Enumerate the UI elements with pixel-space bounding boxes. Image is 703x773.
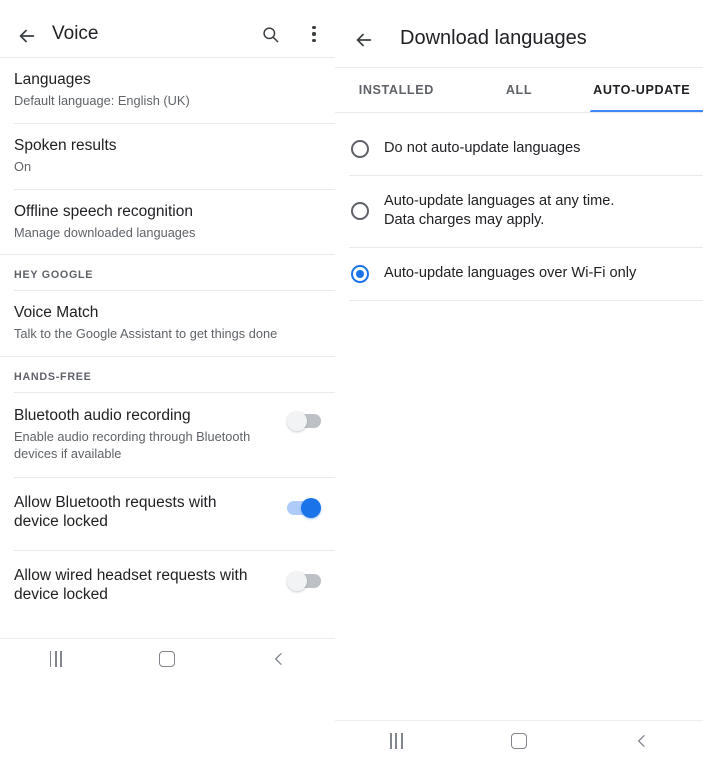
tab-active-indicator xyxy=(590,109,703,112)
page-title: Voice xyxy=(52,23,99,44)
more-vert-icon[interactable] xyxy=(303,23,325,45)
radio-button[interactable] xyxy=(351,140,369,158)
home-square xyxy=(510,733,527,749)
tab-auto-update[interactable]: AUTO-UPDATE xyxy=(580,68,703,112)
section-header-hands-free: HANDS-FREE xyxy=(14,371,92,384)
list-item-subtitle: Manage downloaded languages xyxy=(14,224,196,240)
toggle-thumb xyxy=(287,411,307,432)
list-item-languages[interactable]: Languages Default language: English (UK) xyxy=(0,58,335,123)
system-navbar-right xyxy=(335,720,703,762)
back-icon[interactable] xyxy=(612,724,672,758)
radio-option-auto-update-any-time[interactable]: Auto-update languages at any time. Data … xyxy=(335,176,703,247)
list-item-text: Voice Match Talk to the Google Assistant… xyxy=(14,304,321,343)
list-item-title: Bluetooth audio recording xyxy=(14,407,191,425)
search-icon[interactable] xyxy=(259,23,281,45)
list-item-text: Bluetooth audio recording Enable audio r… xyxy=(14,407,277,463)
list-item-subtitle: Default language: English (UK) xyxy=(14,92,190,108)
toggle-bluetooth-audio-recording[interactable] xyxy=(287,411,321,432)
recents-icon[interactable] xyxy=(26,642,86,676)
appbar-actions xyxy=(259,23,325,45)
navbar-divider xyxy=(335,720,703,721)
toggle-allow-bluetooth-requests[interactable] xyxy=(287,497,321,518)
voice-appbar: Voice xyxy=(0,5,335,57)
list-divider xyxy=(349,299,703,301)
overflow-dots xyxy=(312,25,316,44)
recents-bars xyxy=(390,733,403,749)
list-item-text: Offline speech recognition Manage downlo… xyxy=(14,203,321,242)
download-languages-panel: Download languages INSTALLED ALL AUTO-UP… xyxy=(335,5,703,768)
list-item-text: Languages Default language: English (UK) xyxy=(14,71,321,110)
screenshot-root: ▪ ▪▪ ▪ ▪ ▪▪ ▪ ▪▪ ▪▪ ▪▪ ▪▪ Voice xyxy=(0,0,703,773)
list-item-text: Allow wired headset requests with device… xyxy=(14,567,259,605)
list-item-title: Languages xyxy=(14,71,91,88)
list-item-subtitle: Talk to the Google Assistant to get thin… xyxy=(14,326,278,342)
back-arrow-icon[interactable] xyxy=(14,23,40,49)
back-icon[interactable] xyxy=(249,642,309,676)
section-header-hey-google: HEY GOOGLE xyxy=(14,269,94,282)
navbar-divider xyxy=(0,638,335,639)
radio-label: Auto-update languages at any time. Data … xyxy=(384,193,615,229)
tab-installed[interactable]: INSTALLED xyxy=(335,68,458,112)
list-item-title: Allow wired headset requests with device… xyxy=(14,566,248,603)
list-item-title: Voice Match xyxy=(14,304,99,322)
list-item-subtitle: On xyxy=(14,158,32,174)
toggle-thumb xyxy=(301,497,321,518)
recents-icon[interactable] xyxy=(366,724,426,758)
list-item-voice-match[interactable]: Voice Match Talk to the Google Assistant… xyxy=(0,291,335,356)
list-item-title: Allow Bluetooth requests with device loc… xyxy=(14,493,217,530)
back-arrow-icon[interactable] xyxy=(351,27,377,53)
list-item-text: Spoken results On xyxy=(14,137,321,176)
radio-label: Do not auto-update languages xyxy=(384,140,581,157)
tab-label: ALL xyxy=(505,83,533,97)
list-item-spoken-results[interactable]: Spoken results On xyxy=(0,124,335,189)
list-item-allow-wired-headset-requests[interactable]: Allow wired headset requests with device… xyxy=(0,551,335,623)
home-square xyxy=(159,651,176,667)
list-item-bluetooth-audio-recording[interactable]: Bluetooth audio recording Enable audio r… xyxy=(0,393,335,477)
voice-settings-panel: Voice Languages Default language: Englis… xyxy=(0,5,335,680)
recents-bars xyxy=(49,651,63,667)
download-languages-appbar: Download languages xyxy=(335,5,703,67)
home-icon[interactable] xyxy=(489,724,549,758)
list-item-subtitle: Enable audio recording through Bluetooth… xyxy=(14,429,251,461)
radio-option-do-not-auto-update[interactable]: Do not auto-update languages xyxy=(335,123,703,175)
tab-all[interactable]: ALL xyxy=(458,68,581,112)
toggle-thumb xyxy=(287,570,307,591)
system-navbar-left xyxy=(0,638,335,680)
list-item-title: Offline speech recognition xyxy=(14,202,193,220)
list-item-text: Allow Bluetooth requests with device loc… xyxy=(14,494,259,532)
tab-label: INSTALLED xyxy=(358,83,434,97)
radio-button[interactable] xyxy=(351,264,369,283)
home-icon[interactable] xyxy=(137,642,197,676)
list-item-offline-speech-recognition[interactable]: Offline speech recognition Manage downlo… xyxy=(0,190,335,255)
radio-option-auto-update-wifi-only[interactable]: Auto-update languages over Wi-Fi only xyxy=(335,248,703,300)
tab-bar: INSTALLED ALL AUTO-UPDATE xyxy=(335,68,703,112)
page-title: Download languages xyxy=(400,27,587,49)
list-item-allow-bluetooth-requests[interactable]: Allow Bluetooth requests with device loc… xyxy=(0,478,335,550)
radio-button[interactable] xyxy=(351,202,369,221)
toggle-allow-wired-headset-requests[interactable] xyxy=(287,570,321,591)
list-item-title: Spoken results xyxy=(14,136,117,154)
radio-label: Auto-update languages over Wi-Fi only xyxy=(384,265,637,282)
tab-label: AUTO-UPDATE xyxy=(593,83,691,97)
